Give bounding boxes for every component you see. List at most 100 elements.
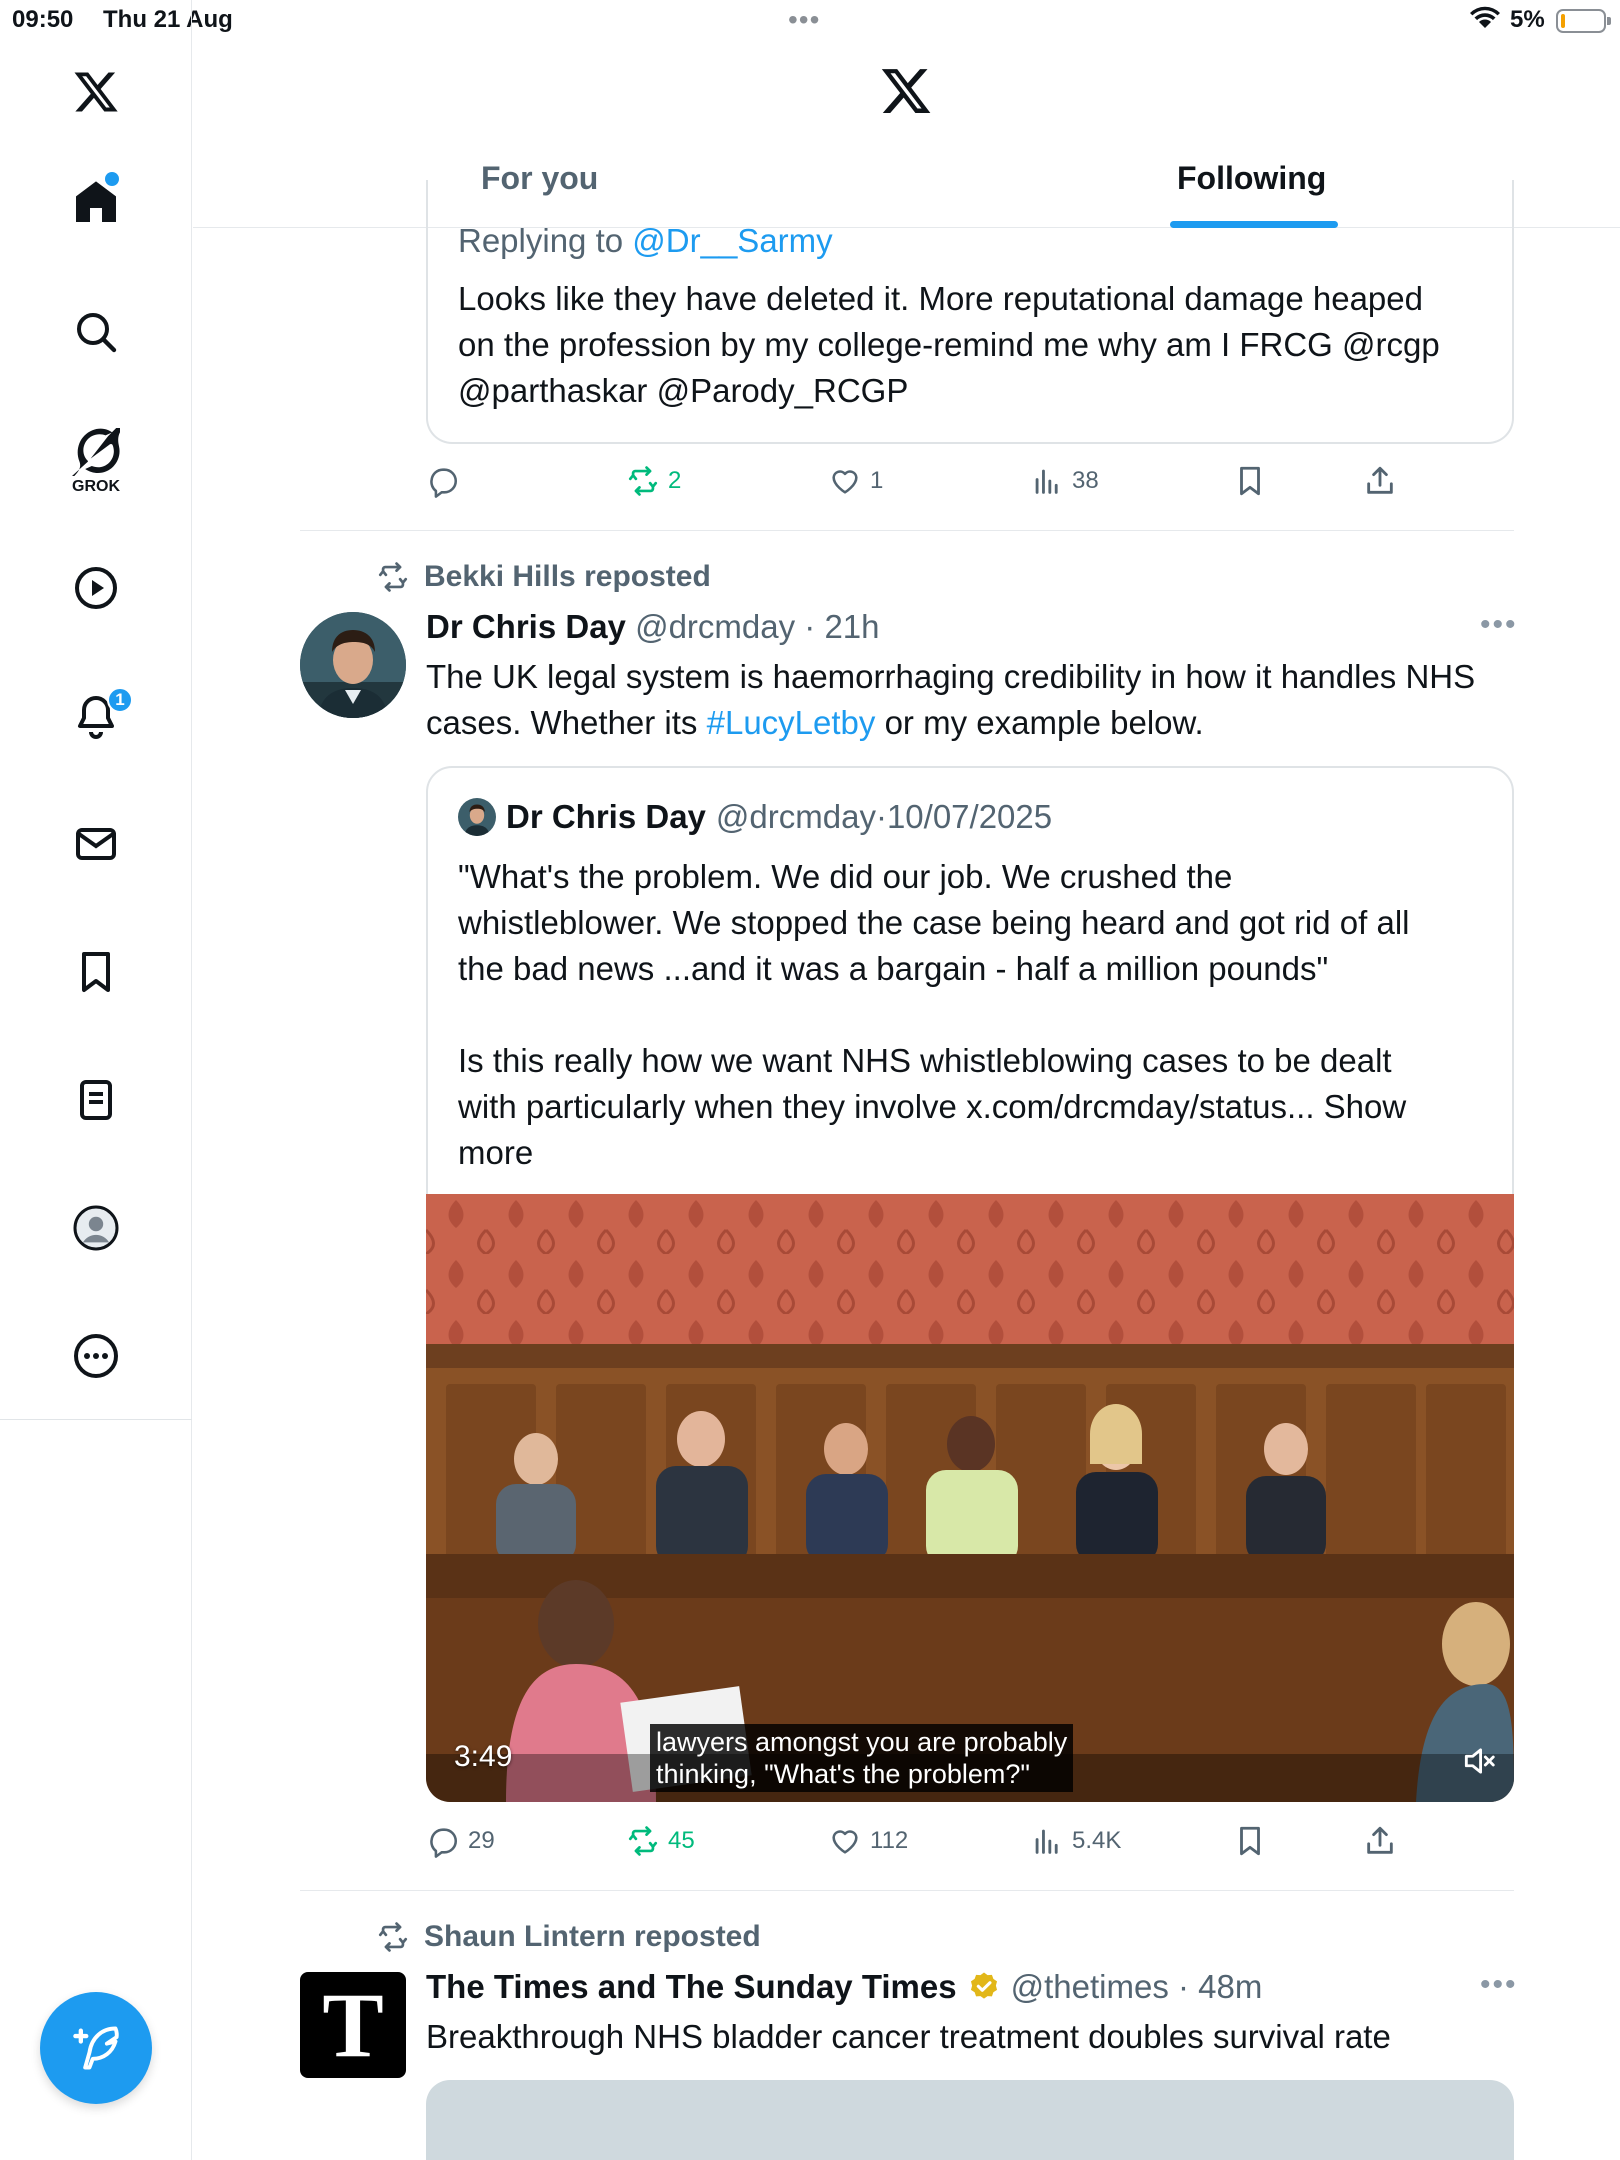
bookmark-button[interactable] [1233,1824,1275,1858]
lists-icon[interactable] [66,1070,126,1130]
heart-icon [832,470,858,494]
caption-line: thinking, "What's the problem?" [656,1759,1031,1789]
verified-badge-icon [970,1972,997,1999]
repost-button[interactable]: 45 [626,1824,695,1858]
author-name[interactable]: Dr Chris Day [426,608,626,645]
mute-speaker-icon[interactable] [1460,1742,1498,1780]
views-button[interactable]: 5.4K [1030,1824,1121,1858]
video-player[interactable]: 3:49 lawyers amongst you are probably th… [426,1194,1514,1802]
tweet-divider [300,1890,1514,1891]
repost-icon [378,1922,408,1952]
share-button[interactable] [1363,464,1405,498]
reply-icon [430,468,457,498]
reply-button[interactable] [426,464,468,498]
tweet-text-line: cases. Whether its #LucyLetby or my exam… [426,700,1526,746]
status-bar: 09:50 Thu 21 Aug ••• 5% [0,0,1620,40]
reposted-by-text: Bekki Hills reposted [424,560,711,593]
view-count: 38 [1072,467,1099,494]
quoted-text-line: whistleblower. We stopped the case being… [458,904,1410,941]
more-options-icon[interactable]: ••• [1480,608,1518,642]
like-button[interactable]: 1 [828,464,883,498]
quoted-avatar [458,798,496,836]
reposted-by-line[interactable]: Shaun Lintern reposted [376,1920,761,1954]
repost-count: 45 [668,1827,695,1854]
tweet-text-line: The UK legal system is haemorrhaging cre… [426,658,1476,695]
bookmarks-icon[interactable] [66,942,126,1002]
tweet-time[interactable]: 21h [824,608,879,645]
home-new-dot [105,172,119,186]
tweet-text-part: or my example below. [875,704,1204,741]
quoted-date: 10/07/2025 [886,798,1053,835]
more-options-icon[interactable]: ••• [1480,1968,1518,2002]
quoted-text-line: @parthaskar @Parody_RCGP [458,372,909,409]
repost-icon [628,466,658,496]
views-button[interactable]: 38 [1030,464,1099,498]
reposted-by-line[interactable]: Bekki Hills reposted [376,560,711,594]
tweet-text-part: cases. Whether its [426,704,707,741]
wifi-icon [1470,6,1500,37]
notifications-badge: 1 [107,687,133,713]
author-handle[interactable]: @thetimes [1011,1964,1169,2010]
share-button[interactable] [1363,1824,1405,1858]
bookmark-button[interactable] [1233,464,1275,498]
quoted-text-line: Is this really how we want NHS whistlebl… [458,1042,1392,1079]
sidebar-divider [0,1419,192,1420]
repost-icon [628,1826,658,1856]
grok-icon[interactable] [66,422,126,482]
avatar[interactable] [300,612,406,718]
like-count: 1 [870,467,884,494]
tweet-media-preview[interactable] [426,2080,1514,2160]
reply-button[interactable]: 29 [426,1824,495,1858]
caption-line: lawyers amongst you are probably [656,1727,1068,1757]
quoted-text-line: "What's the problem. We did our job. We … [458,858,1233,895]
tweet-author-line: Dr Chris Day @drcmday · 21h [426,608,880,645]
x-logo-icon[interactable] [66,62,126,122]
bookmark-icon [1240,466,1260,496]
reposted-by-text: Shaun Lintern reposted [424,1920,761,1953]
quoted-tweet-card[interactable]: Replying to @Dr__Sarmy Looks like they h… [426,180,1514,444]
quoted-text-line: the bad news ...and it was a bargain - h… [458,950,1329,987]
quoted-author-name: Dr Chris Day [506,798,706,835]
quoted-tweet-text: Looks like they have deleted it. More re… [458,276,1498,414]
video-duration: 3:49 [454,1740,513,1773]
quoted-text-line: more [458,1134,534,1171]
hashtag-link[interactable]: #LucyLetby [707,704,876,741]
tweet-divider [300,530,1514,531]
multitasking-dots-icon[interactable]: ••• [788,4,820,36]
video-frame-image [426,1194,1514,1802]
avatar[interactable]: T [300,1972,406,2078]
tweet-author-line: The Times and The Sunday Times @thetimes… [426,1964,1262,2010]
search-icon[interactable] [66,302,126,362]
more-circle-icon[interactable] [66,1326,126,1386]
video-caption: lawyers amongst you are probably thinkin… [650,1724,1074,1792]
like-button[interactable]: 112 [828,1824,908,1858]
repost-count: 2 [668,467,682,494]
messages-envelope-icon[interactable] [66,814,126,874]
reply-icon [430,1828,457,1858]
tweet-text: The UK legal system is haemorrhaging cre… [426,654,1526,746]
quoted-text-line: Looks like they have deleted it. More re… [458,280,1423,317]
author-handle[interactable]: @drcmday [635,608,795,645]
left-sidebar: GROK 1 [0,0,192,2160]
bookmark-icon [1240,1826,1260,1856]
author-name[interactable]: The Times and The Sunday Times [426,1964,957,2010]
tweet-time[interactable]: 48m [1198,1964,1262,2010]
tweet-text: Breakthrough NHS bladder cancer treatmen… [426,2018,1391,2055]
quoted-text-line: with particularly when they involve x.co… [458,1088,1407,1125]
repost-button[interactable]: 2 [626,464,681,498]
battery-percent: 5% [1510,6,1545,33]
replying-to-handle[interactable]: @Dr__Sarmy [632,222,832,259]
battery-icon [1556,9,1611,33]
compose-post-button[interactable] [40,1992,152,2104]
grok-label: GROK [72,478,120,495]
share-upload-icon [1367,1826,1393,1854]
quoted-text-line: on the profession by my college-remind m… [458,326,1440,363]
times-logo-letter: T [322,1974,384,2076]
share-upload-icon [1367,466,1393,494]
views-chart-icon [1035,469,1058,494]
x-logo-icon[interactable] [879,64,933,118]
views-chart-icon [1035,1829,1058,1854]
video-play-icon[interactable] [66,558,126,618]
profile-avatar-icon[interactable] [66,1198,126,1258]
